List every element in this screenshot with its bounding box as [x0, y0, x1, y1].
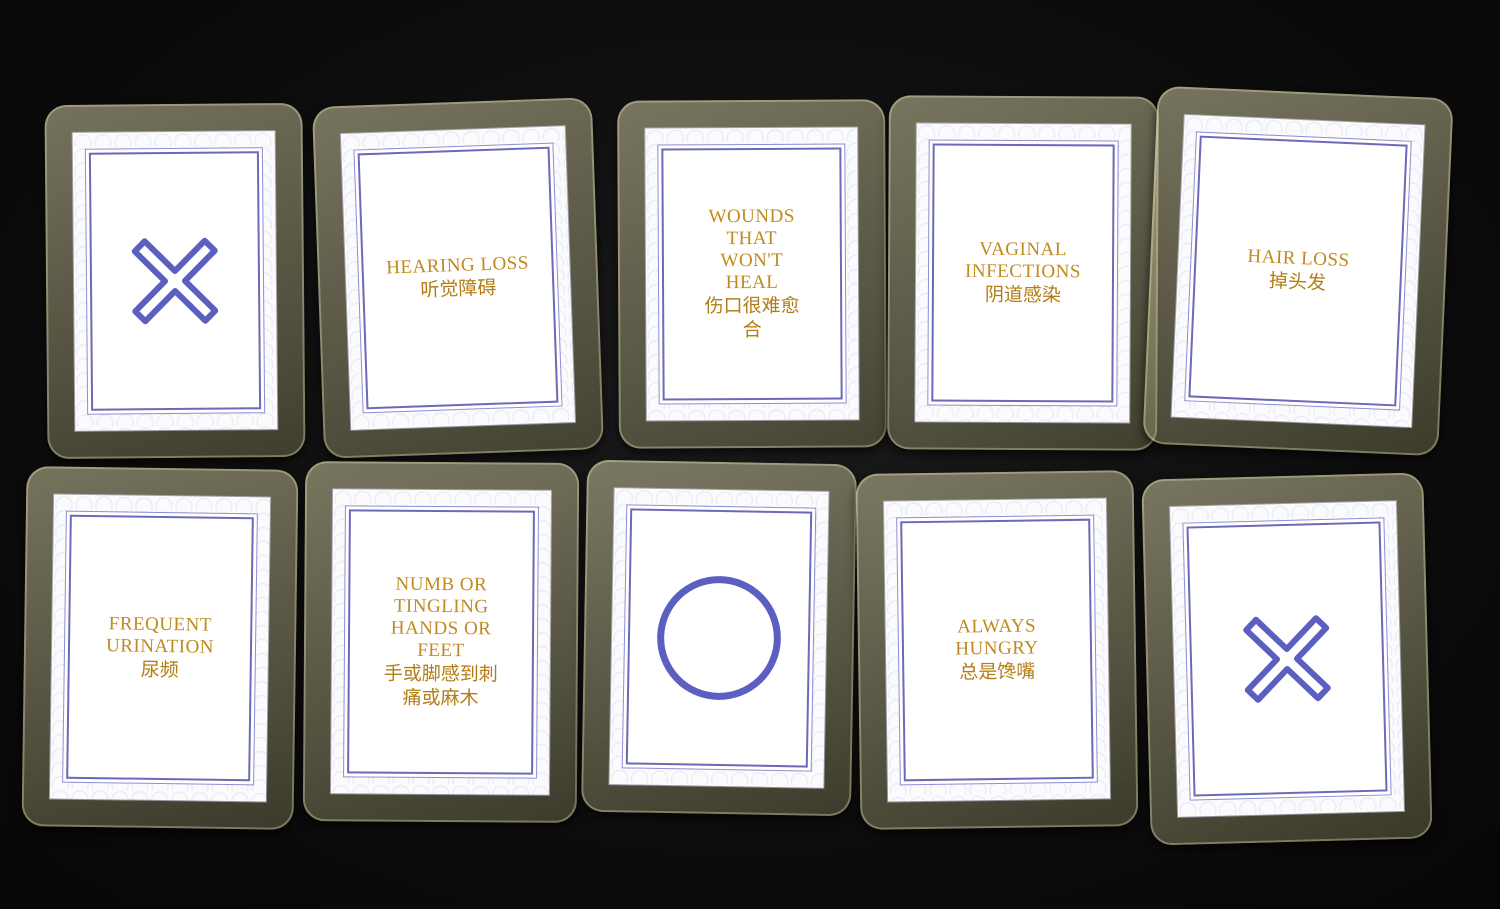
- card-wounds: WOUNDS THAT WON'T HEAL 伤口很难愈合: [617, 99, 887, 449]
- card-english-label: WOUNDS THAT WON'T HEAL: [708, 205, 795, 294]
- card-always-hungry: ALWAYS HUNGRY 总是馋嘴: [855, 470, 1139, 830]
- circle-mark-icon: [657, 576, 781, 700]
- card-chinese-label: 听觉障碍: [420, 276, 497, 302]
- x-mark-icon: [131, 237, 219, 325]
- card-english-label: VAGINAL INFECTIONS: [965, 238, 1081, 283]
- card-x-2: [1141, 472, 1433, 846]
- card-english-label: NUMB OR TINGLING HANDS OR FEET: [390, 573, 492, 662]
- card-hair-loss: HAIR LOSS 掉头发: [1142, 85, 1454, 457]
- card-o: [580, 459, 858, 817]
- card-english-label: FREQUENT URINATION: [105, 613, 215, 658]
- card-chinese-label: 掉头发: [1268, 269, 1327, 295]
- card-english-label: ALWAYS HUNGRY: [955, 615, 1039, 660]
- card-frequent-urination: FREQUENT URINATION 尿频: [21, 466, 299, 830]
- card-chinese-label: 阴道感染: [984, 283, 1061, 307]
- card-chinese-label: 伤口很难愈合: [704, 294, 800, 342]
- card-chinese-label: 手或脚感到刺痛或麻木: [383, 662, 498, 710]
- card-hearing-loss: HEARING LOSS 听觉障碍: [311, 97, 605, 459]
- x-mark-icon: [1243, 615, 1331, 703]
- card-chinese-label: 总是馋嘴: [959, 660, 1036, 684]
- card-numb-tingling: NUMB OR TINGLING HANDS OR FEET 手或脚感到刺痛或麻…: [302, 461, 580, 823]
- card-chinese-label: 尿频: [140, 658, 179, 682]
- card-vaginal-infections: VAGINAL INFECTIONS 阴道感染: [887, 95, 1159, 451]
- card-english-label: HAIR LOSS: [1247, 245, 1351, 272]
- card-english-label: HEARING LOSS: [385, 252, 530, 279]
- card-x-1: [44, 102, 306, 460]
